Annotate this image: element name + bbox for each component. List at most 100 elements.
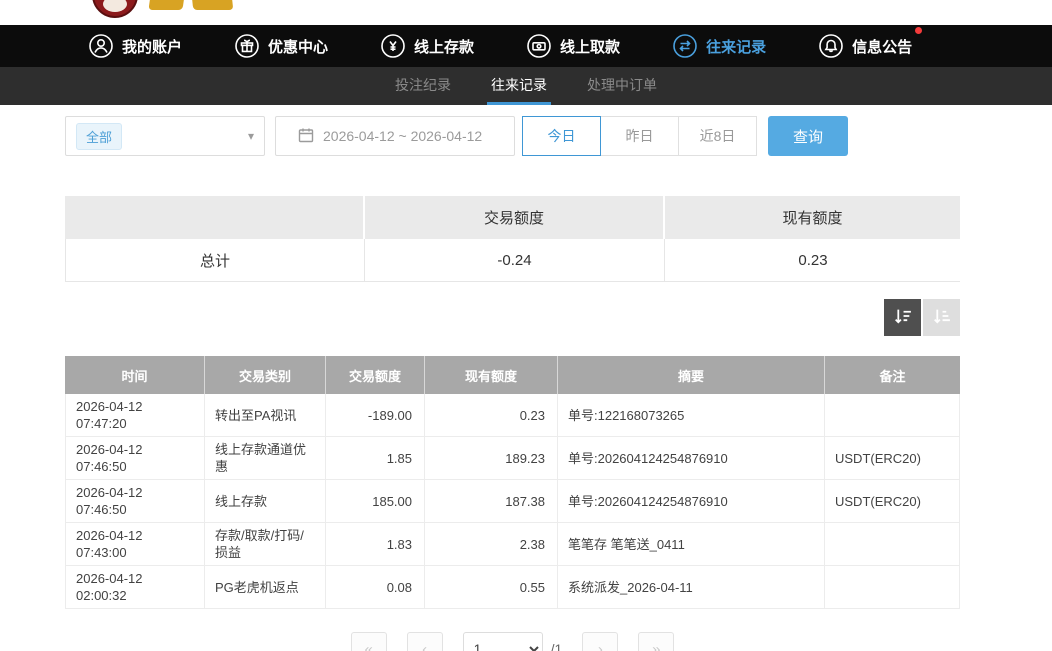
gift-icon <box>234 33 260 59</box>
page-total-label: /1 <box>551 641 563 651</box>
calendar-icon <box>298 127 314 146</box>
cell-transaction: 185.00 <box>325 480 424 522</box>
cell-type: PG老虎机返点 <box>204 566 325 608</box>
table-body: 2026-04-12 07:47:20 转出至PA视讯 -189.00 0.23… <box>65 394 960 609</box>
table-row: 2026-04-12 07:43:00 存款/取款/打码/损益 1.83 2.3… <box>66 523 959 566</box>
sort-descending-icon <box>892 306 913 330</box>
nav-item-announcements[interactable]: 信息公告 <box>818 33 912 59</box>
table-row: 2026-04-12 07:47:20 转出至PA视讯 -189.00 0.23… <box>66 394 959 437</box>
query-button[interactable]: 查询 <box>768 116 848 156</box>
user-icon <box>88 33 114 59</box>
col-header-remark: 备注 <box>824 356 960 394</box>
nav-item-promotions[interactable]: 优惠中心 <box>234 33 328 59</box>
date-range-input[interactable]: 2026-04-12 ~ 2026-04-12 <box>275 116 515 156</box>
nav-item-online-deposit[interactable]: 线上存款 <box>380 33 474 59</box>
quick-date-buttons: 今日 昨日 近8日 <box>522 116 757 156</box>
nav-item-transfer-records[interactable]: 往来记录 <box>672 33 766 59</box>
nav-item-online-withdraw[interactable]: 线上取款 <box>526 33 620 59</box>
cell-summary: 笔笔存 笔笔送_0411 <box>557 523 824 565</box>
summary-transaction-total: -0.24 <box>364 239 664 281</box>
cell-time: 2026-04-12 02:00:32 <box>66 566 204 608</box>
col-header-transaction: 交易额度 <box>325 356 424 394</box>
cell-remark <box>824 566 959 608</box>
prev-page-button[interactable]: ‹ <box>407 632 443 651</box>
summary-balance-total: 0.23 <box>664 239 961 281</box>
cell-time: 2026-04-12 07:43:00 <box>66 523 204 565</box>
nav-label: 线上存款 <box>414 36 474 57</box>
col-header-summary: 摘要 <box>557 356 824 394</box>
cell-remark: USDT(ERC20) <box>824 480 959 522</box>
cell-summary: 单号:122168073265 <box>557 394 824 436</box>
sort-descending-button[interactable] <box>884 299 921 336</box>
col-header-balance: 现有额度 <box>424 356 557 394</box>
cell-balance: 189.23 <box>424 437 557 479</box>
last-page-button[interactable]: » <box>638 632 674 651</box>
nav-label: 信息公告 <box>852 36 912 57</box>
summary-total-row: 总计 -0.24 0.23 <box>65 239 960 282</box>
deposit-icon <box>380 33 406 59</box>
table-row: 2026-04-12 07:46:50 线上存款通道优惠 1.85 189.23… <box>66 437 959 480</box>
nav-label: 线上取款 <box>560 36 620 57</box>
type-select[interactable]: 全部 ▾ <box>65 116 265 156</box>
top-strip <box>0 0 1052 25</box>
cell-time: 2026-04-12 07:47:20 <box>66 394 204 436</box>
cell-time: 2026-04-12 07:46:50 <box>66 480 204 522</box>
next-page-button[interactable]: › <box>582 632 618 651</box>
sort-controls <box>65 299 960 336</box>
nav-label: 往来记录 <box>706 36 766 57</box>
summary-header-row: 交易额度 现有额度 <box>65 196 960 239</box>
today-button[interactable]: 今日 <box>522 116 601 156</box>
page-select[interactable]: 1 <box>463 632 543 651</box>
summary-header-blank <box>65 196 363 239</box>
yesterday-button[interactable]: 昨日 <box>600 116 679 156</box>
main-content: 全部 ▾ 2026-04-12 ~ 2026-04-12 今日 昨日 近8日 查… <box>65 116 960 651</box>
cell-transaction: 1.85 <box>325 437 424 479</box>
tab-processing-orders[interactable]: 处理中订单 <box>583 67 661 105</box>
cell-time: 2026-04-12 07:46:50 <box>66 437 204 479</box>
cell-balance: 187.38 <box>424 480 557 522</box>
cell-balance: 0.23 <box>424 394 557 436</box>
date-range-value: 2026-04-12 ~ 2026-04-12 <box>323 128 482 144</box>
cell-transaction: 0.08 <box>325 566 424 608</box>
sort-ascending-button[interactable] <box>923 299 960 336</box>
cell-transaction: -189.00 <box>325 394 424 436</box>
cell-type: 存款/取款/打码/损益 <box>204 523 325 565</box>
cell-summary: 系统派发_2026-04-11 <box>557 566 824 608</box>
site-logo-mascot <box>92 0 138 18</box>
col-header-type: 交易类别 <box>204 356 325 394</box>
chevron-down-icon: ▾ <box>248 129 254 143</box>
cell-type: 转出至PA视讯 <box>204 394 325 436</box>
type-selected-chip: 全部 <box>76 123 122 150</box>
cell-balance: 0.55 <box>424 566 557 608</box>
cell-summary: 单号:202604124254876910 <box>557 437 824 479</box>
cell-type: 线上存款 <box>204 480 325 522</box>
cell-type: 线上存款通道优惠 <box>204 437 325 479</box>
summary-header-transaction: 交易额度 <box>363 196 663 239</box>
sub-nav: 投注纪录 往来记录 处理中订单 <box>0 67 1052 105</box>
site-logo-text <box>150 0 236 14</box>
announcement-icon <box>818 33 844 59</box>
cell-remark <box>824 394 959 436</box>
cell-remark: USDT(ERC20) <box>824 437 959 479</box>
cell-remark <box>824 523 959 565</box>
cell-summary: 单号:202604124254876910 <box>557 480 824 522</box>
cell-balance: 2.38 <box>424 523 557 565</box>
records-table: 时间 交易类别 交易额度 现有额度 摘要 备注 2026-04-12 07:47… <box>65 356 960 609</box>
pagination: « ‹ 1 /1 › » <box>65 632 960 651</box>
last-8-days-button[interactable]: 近8日 <box>678 116 757 156</box>
tab-betting-records[interactable]: 投注纪录 <box>391 67 455 105</box>
cell-transaction: 1.83 <box>325 523 424 565</box>
filter-row: 全部 ▾ 2026-04-12 ~ 2026-04-12 今日 昨日 近8日 查… <box>65 116 960 156</box>
nav-item-my-account[interactable]: 我的账户 <box>88 33 182 59</box>
summary-table: 交易额度 现有额度 总计 -0.24 0.23 <box>65 196 960 282</box>
tab-transfer-records[interactable]: 往来记录 <box>487 67 551 105</box>
first-page-button[interactable]: « <box>351 632 387 651</box>
table-header-row: 时间 交易类别 交易额度 现有额度 摘要 备注 <box>65 356 960 394</box>
summary-header-balance: 现有额度 <box>663 196 960 239</box>
summary-total-label: 总计 <box>66 239 364 281</box>
nav-label: 优惠中心 <box>268 36 328 57</box>
table-row: 2026-04-12 02:00:32 PG老虎机返点 0.08 0.55 系统… <box>66 566 959 608</box>
table-row: 2026-04-12 07:46:50 线上存款 185.00 187.38 单… <box>66 480 959 523</box>
sort-ascending-icon <box>931 306 952 330</box>
transfer-records-icon <box>672 33 698 59</box>
